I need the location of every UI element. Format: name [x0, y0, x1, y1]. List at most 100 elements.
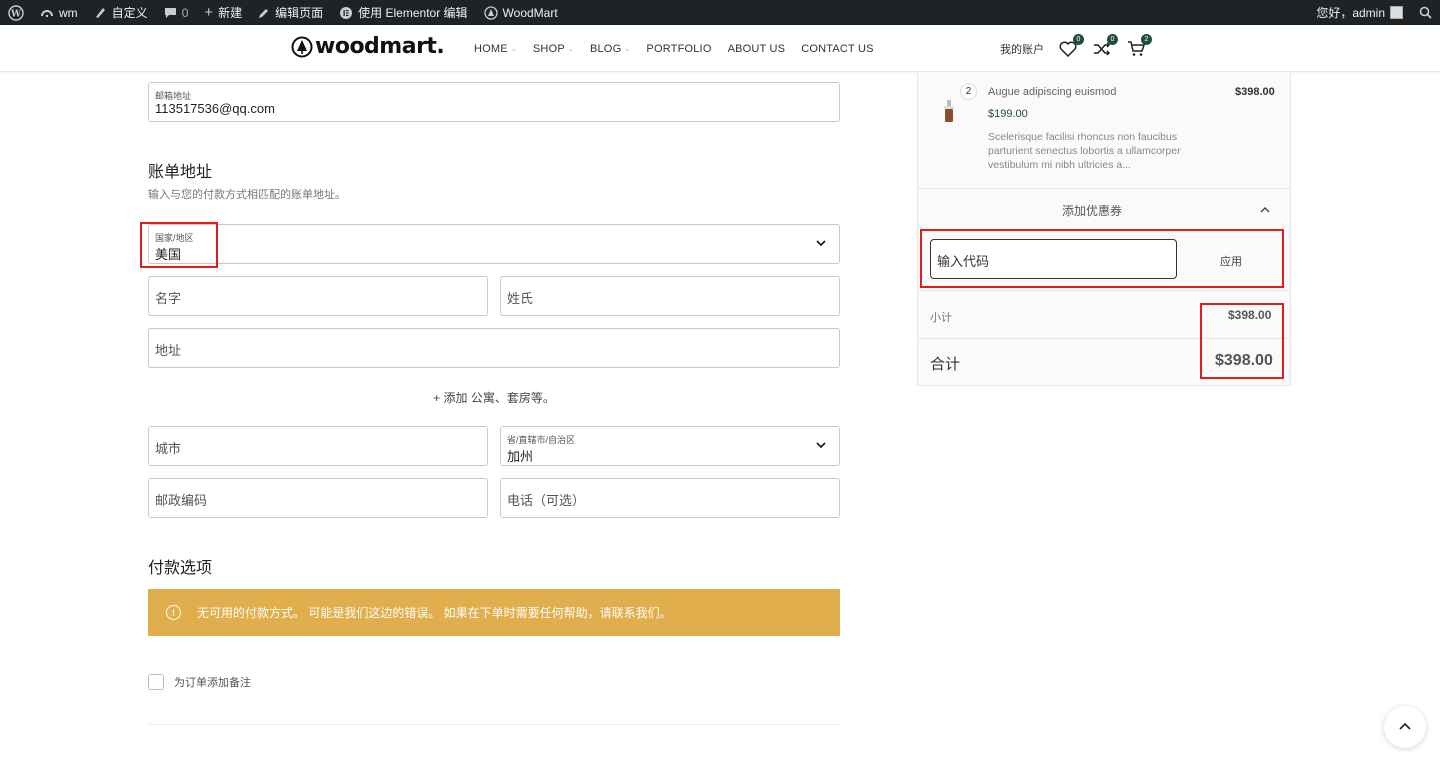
nav-blog-label: BLOG: [589, 42, 622, 55]
address-placeholder: 地址: [155, 343, 182, 358]
first-name-field[interactable]: 名字: [148, 276, 488, 316]
admin-new-label: 新建: [218, 6, 243, 20]
info-icon: !: [166, 605, 181, 620]
my-account-link[interactable]: 我的账户: [1000, 41, 1044, 57]
brush-icon: [95, 8, 105, 18]
nav-portfolio[interactable]: PORTFOLIO: [646, 43, 711, 55]
admin-elementor-label: 使用 Elementor 编辑: [358, 6, 468, 20]
site-logo[interactable]: woodmart.: [291, 34, 445, 59]
dashboard-icon: [41, 9, 53, 17]
payment-notice: ! 无可用的付款方式。 可能是我们这边的错误。 如果在下单时需要任何帮助，请联系…: [148, 589, 840, 636]
phone-placeholder: 电话（可选）: [507, 493, 586, 508]
order-note-checkbox[interactable]: [148, 674, 164, 690]
nav-home-label: HOME: [474, 42, 508, 55]
state-select-label: 省/直辖市/自治区: [507, 435, 576, 445]
coupon-toggle[interactable]: 添加优惠券: [918, 188, 1290, 228]
cart-button[interactable]: 2: [1126, 33, 1152, 59]
chevron-down-icon: ⌄: [510, 45, 517, 53]
nav-about[interactable]: ABOUT US: [728, 43, 786, 55]
svg-text:W: W: [10, 9, 22, 19]
elementor-icon: [340, 6, 353, 19]
wishlist-button[interactable]: 0: [1058, 33, 1084, 59]
chevron-up-icon: [1399, 722, 1411, 730]
coupon-toggle-label: 添加优惠券: [1061, 204, 1122, 218]
first-name-placeholder: 名字: [155, 291, 182, 306]
chevron-down-icon: [816, 240, 826, 247]
country-select[interactable]: 国家/地区 美国: [148, 224, 840, 264]
chevron-down-icon: ⌄: [567, 45, 574, 53]
admin-site-name: wm: [59, 5, 78, 20]
city-field[interactable]: 城市: [148, 426, 488, 466]
last-name-field[interactable]: 姓氏: [500, 276, 840, 316]
chevron-down-icon: [816, 442, 826, 449]
product-qty-badge: 2: [960, 83, 977, 100]
chevron-down-icon: ⌄: [624, 45, 631, 53]
highlight-country: [140, 222, 218, 268]
nav-home[interactable]: HOME ⌄: [474, 43, 517, 55]
product-description-line: vestibulum mi nibh ultricies a...: [988, 159, 1131, 171]
address-field[interactable]: 地址: [148, 328, 840, 368]
wishlist-count: 0: [1073, 33, 1084, 45]
product-thumbnail: [944, 100, 954, 122]
admin-customize[interactable]: 自定义: [86, 0, 156, 25]
wordpress-logo-icon[interactable]: W: [0, 0, 32, 25]
product-name[interactable]: Augue adipiscing euismod: [988, 86, 1116, 98]
nav-shop[interactable]: SHOP ⌄: [533, 43, 574, 55]
order-note-label: 为订单添加备注: [174, 677, 251, 689]
admin-edit-page-label: 编辑页面: [275, 6, 324, 20]
email-field[interactable]: 邮箱地址 113517536@qq.com: [148, 82, 840, 122]
nav-about-label: ABOUT US: [727, 42, 786, 55]
total-label: 合计: [930, 356, 961, 373]
admin-site-menu[interactable]: wm: [32, 0, 86, 25]
admin-elementor[interactable]: 使用 Elementor 编辑: [331, 0, 475, 25]
search-icon: [1419, 6, 1432, 19]
nav-contact[interactable]: CONTACT US: [801, 43, 874, 55]
order-note-toggle[interactable]: 为订单添加备注: [148, 674, 251, 690]
state-select[interactable]: 省/直辖市/自治区 加州: [500, 426, 840, 466]
pencil-icon: [259, 8, 269, 18]
compare-button[interactable]: 0: [1092, 33, 1118, 59]
phone-field[interactable]: 电话（可选）: [500, 478, 840, 518]
product-description-line: Scelerisque facilisi rhoncus non faucibu…: [988, 131, 1178, 143]
admin-comments-count: 0: [181, 5, 189, 20]
add-address-line-link[interactable]: + 添加 公寓、套房等。: [148, 389, 840, 406]
admin-woodmart-label: WoodMart: [502, 5, 558, 20]
logo-tree-icon: [291, 36, 313, 57]
nav-blog[interactable]: BLOG ⌄: [590, 43, 630, 55]
product-description: Scelerisque facilisi rhoncus non faucibu…: [988, 130, 1181, 172]
payment-title: 付款选项: [148, 560, 213, 577]
admin-account[interactable]: 您好，admin: [1308, 0, 1411, 25]
product-description-line: parturient senectus lobortis a ullamcorp…: [988, 145, 1181, 157]
subtotal-label: 小计: [930, 312, 952, 324]
comment-icon: [164, 7, 176, 18]
divider: [148, 724, 840, 725]
admin-comments[interactable]: 0: [156, 0, 197, 25]
product-unit-price: $199.00: [988, 108, 1028, 120]
avatar: [1390, 6, 1403, 19]
billing-subtitle: 输入与您的付款方式相匹配的账单地址。: [148, 189, 346, 201]
scroll-to-top-button[interactable]: [1384, 706, 1426, 748]
product-line-total: $398.00: [1235, 86, 1275, 98]
email-field-value: 113517536@qq.com: [155, 101, 275, 116]
nav-shop-label: SHOP: [532, 42, 565, 55]
highlight-coupon: [920, 229, 1284, 288]
admin-greeting: 您好，admin: [1316, 6, 1385, 20]
cart-count: 2: [1141, 33, 1152, 45]
last-name-placeholder: 姓氏: [507, 291, 534, 306]
admin-new[interactable]: + 新建: [196, 0, 250, 25]
logo-text: woodmart.: [315, 34, 445, 59]
postcode-field[interactable]: 邮政编码: [148, 478, 488, 518]
highlight-totals: [1200, 303, 1284, 379]
main-nav: HOME ⌄ SHOP ⌄ BLOG ⌄ PORTFOLIO ABOUT US CON…: [474, 25, 874, 72]
woodmart-icon: [483, 5, 498, 20]
postcode-placeholder: 邮政编码: [155, 493, 208, 508]
admin-search[interactable]: [1411, 0, 1440, 25]
state-select-value: 加州: [507, 449, 534, 464]
nav-contact-label: CONTACT US: [801, 42, 874, 55]
compare-count: 0: [1107, 33, 1118, 45]
chevron-up-icon: [1260, 207, 1270, 213]
admin-woodmart[interactable]: WoodMart: [476, 0, 566, 25]
site-header: woodmart. HOME ⌄ SHOP ⌄ BLOG ⌄ PORTFOLIO AB…: [0, 25, 1440, 72]
plus-icon: +: [204, 4, 214, 21]
admin-edit-page[interactable]: 编辑页面: [250, 0, 331, 25]
